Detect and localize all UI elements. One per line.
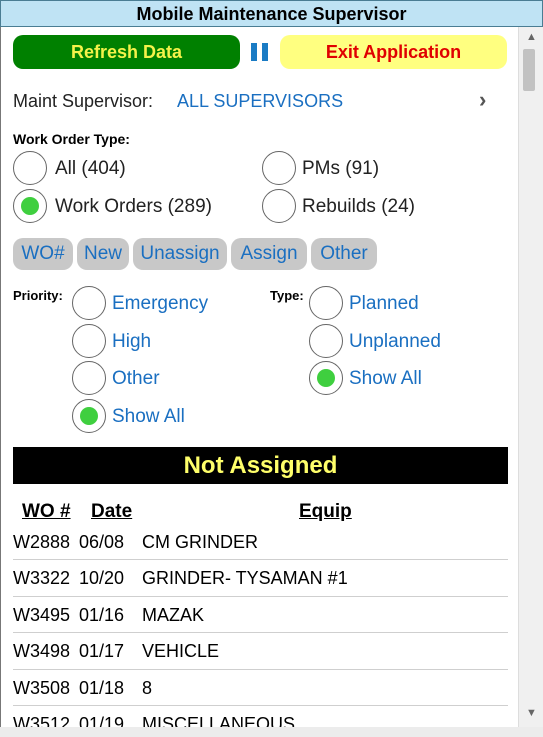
cell-equip: MAZAK: [142, 604, 205, 625]
radio-all[interactable]: [13, 151, 47, 185]
tab-wo-number[interactable]: WO#: [13, 238, 73, 270]
radio-rebuilds-label: Rebuilds (24): [302, 196, 415, 217]
radio-type-unplanned[interactable]: [309, 324, 343, 358]
main-panel: Refresh Data Exit Application Maint Supe…: [0, 27, 518, 727]
type-title: Type:: [270, 288, 304, 303]
cell-date: 01/17: [79, 641, 125, 662]
tab-assign[interactable]: Assign: [231, 238, 307, 270]
radio-priority-other[interactable]: [72, 361, 106, 395]
radio-pms[interactable]: [262, 151, 296, 185]
cell-wo-number: W3512: [13, 713, 71, 727]
pause-icon[interactable]: [251, 43, 269, 61]
work-order-type-title: Work Order Type:: [13, 131, 130, 147]
scrollbar-thumb[interactable]: [523, 49, 535, 91]
table-row[interactable]: W3512 01/19 MISCELLANEOUS: [13, 706, 508, 727]
cell-date: 01/19: [79, 713, 125, 727]
cell-equip: VEHICLE: [142, 641, 220, 662]
scroll-up-arrow-icon[interactable]: ▲: [526, 31, 537, 43]
cell-wo-number: W3498: [13, 641, 71, 662]
column-header-date[interactable]: Date: [91, 501, 132, 523]
radio-priority-emergency[interactable]: [72, 286, 106, 320]
radio-priority-high[interactable]: [72, 324, 106, 358]
cell-date: 10/20: [79, 568, 125, 589]
cell-equip: CM GRINDER: [142, 532, 258, 552]
radio-priority-show-all[interactable]: [72, 399, 106, 433]
cell-date: 01/18: [79, 677, 125, 698]
cell-date: 06/08: [79, 532, 125, 552]
cell-date: 01/16: [79, 604, 125, 625]
table-row[interactable]: W3495 01/16 MAZAK: [13, 597, 508, 634]
radio-type-unplanned-label: Unplanned: [349, 331, 441, 352]
cell-wo-number: W2888: [13, 532, 71, 552]
radio-all-label: All (404): [55, 158, 126, 179]
bottom-edge: [0, 727, 543, 737]
radio-type-planned-label: Planned: [349, 293, 419, 314]
cell-wo-number: W3495: [13, 604, 71, 625]
priority-title: Priority:: [13, 288, 63, 303]
cell-equip: 8: [142, 677, 153, 698]
cell-equip: MISCELLANEOUS: [142, 713, 296, 727]
radio-priority-show-all-label: Show All: [112, 406, 185, 427]
radio-type-show-all-label: Show All: [349, 368, 422, 389]
tab-other[interactable]: Other: [311, 238, 377, 270]
not-assigned-banner: Not Assigned: [13, 447, 508, 484]
supervisor-selector[interactable]: ALL SUPERVISORS: [177, 91, 343, 112]
radio-rebuilds[interactable]: [262, 189, 296, 223]
work-order-list: W2888 06/08 CM GRINDER W3322 10/20 GRIND…: [13, 524, 508, 727]
table-row[interactable]: W3508 01/18 8: [13, 670, 508, 706]
refresh-data-button[interactable]: Refresh Data: [13, 35, 240, 69]
radio-priority-emergency-label: Emergency: [112, 293, 209, 314]
cell-wo-number: W3322: [13, 568, 71, 589]
vertical-scrollbar[interactable]: ▲ ▼: [518, 27, 543, 727]
radio-work-orders-label: Work Orders (289): [55, 196, 212, 217]
radio-work-orders[interactable]: [13, 189, 47, 223]
cell-equip: GRINDER- TYSAMAN #1: [142, 568, 348, 589]
column-header-wo-number[interactable]: WO #: [22, 501, 71, 523]
radio-priority-other-label: Other: [112, 368, 160, 389]
scroll-down-arrow-icon[interactable]: ▼: [526, 707, 537, 719]
radio-priority-high-label: High: [112, 331, 152, 352]
chevron-right-icon[interactable]: ›: [479, 87, 486, 113]
column-header-equip[interactable]: Equip: [299, 501, 352, 523]
tab-new[interactable]: New: [77, 238, 129, 270]
supervisor-label: Maint Supervisor:: [13, 91, 154, 111]
table-row[interactable]: W3498 01/17 VEHICLE: [13, 633, 508, 670]
radio-type-show-all[interactable]: [309, 361, 343, 395]
exit-application-button[interactable]: Exit Application: [280, 35, 507, 69]
table-row[interactable]: W2888 06/08 CM GRINDER: [13, 524, 508, 561]
radio-type-planned[interactable]: [309, 286, 343, 320]
table-row[interactable]: W3322 10/20 GRINDER- TYSAMAN #1: [13, 560, 508, 597]
window-title: Mobile Maintenance Supervisor: [0, 0, 543, 27]
cell-wo-number: W3508: [13, 677, 71, 698]
radio-pms-label: PMs (91): [302, 158, 380, 179]
tab-unassign[interactable]: Unassign: [133, 238, 227, 270]
